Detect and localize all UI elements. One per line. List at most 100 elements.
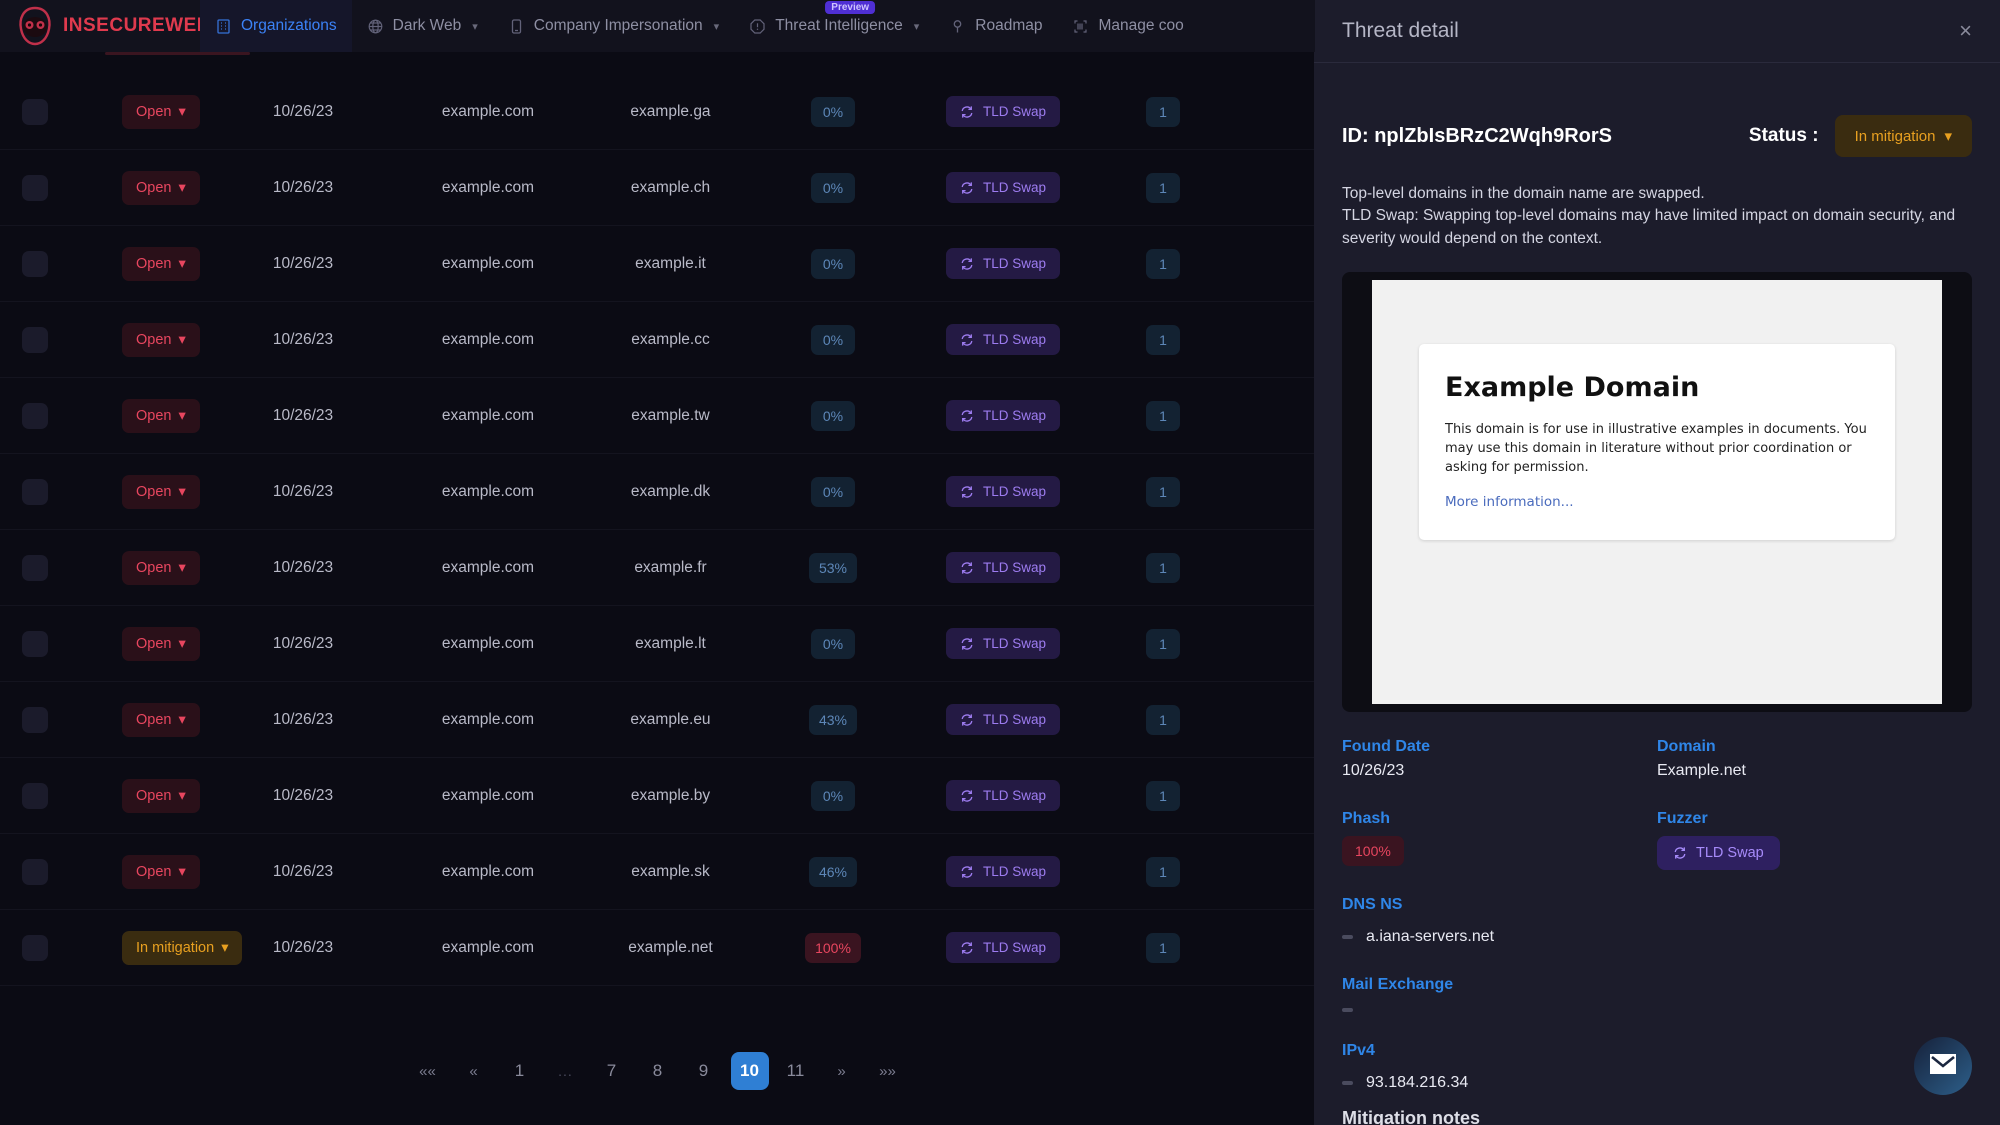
row-checkbox[interactable] — [22, 251, 48, 277]
pagination-page-9[interactable]: 9 — [685, 1052, 723, 1090]
row-checkbox[interactable] — [22, 859, 48, 885]
pagination-ellipsis[interactable]: ... — [547, 1052, 585, 1090]
pagination-prev[interactable]: « — [455, 1052, 493, 1090]
insecureweb-logo-icon — [14, 5, 56, 47]
nav-item-threat-intelligence[interactable]: Preview Threat Intelligence ▾ — [734, 0, 934, 52]
pagination-page-11[interactable]: 11 — [777, 1052, 815, 1090]
chevron-down-icon: ▾ — [1944, 127, 1952, 145]
row-status-label: Open — [136, 180, 171, 196]
row-checkbox[interactable] — [22, 707, 48, 733]
row-score-cell: 43% — [763, 705, 903, 735]
row-status-dropdown[interactable]: Open▾ — [122, 551, 200, 585]
row-status-label: Open — [136, 788, 171, 804]
row-checkbox[interactable] — [22, 403, 48, 429]
row-fuzzer-badge: TLD Swap — [946, 400, 1060, 431]
chevron-down-icon: ▾ — [178, 484, 185, 500]
row-checkbox[interactable] — [22, 327, 48, 353]
mobile-icon — [508, 18, 525, 35]
row-fuzzer-label: TLD Swap — [983, 864, 1046, 879]
refresh-swap-icon — [960, 713, 974, 727]
row-status-dropdown[interactable]: Open▾ — [122, 399, 200, 433]
row-status-dropdown[interactable]: Open▾ — [122, 171, 200, 205]
row-status-dropdown[interactable]: Open▾ — [122, 95, 200, 129]
more-information-link[interactable]: More information... — [1445, 494, 1869, 510]
table-row[interactable]: Open▾10/26/23example.comexample.dk0%TLD … — [0, 454, 1315, 530]
row-score: 0% — [811, 477, 855, 507]
nav-item-company-impersonation[interactable]: Company Impersonation ▾ — [493, 0, 734, 52]
row-fuzzer-badge: TLD Swap — [946, 324, 1060, 355]
nav-items: Organizations Dark Web ▾ — [200, 0, 1199, 52]
row-checkbox[interactable] — [22, 555, 48, 581]
row-count: 1 — [1146, 477, 1180, 507]
pagination-page-10[interactable]: 10 — [731, 1052, 769, 1090]
table-row[interactable]: Open▾10/26/23example.comexample.tw0%TLD … — [0, 378, 1315, 454]
row-date: 10/26/23 — [208, 559, 398, 577]
table-row[interactable]: In mitigation▾10/26/23example.comexample… — [0, 910, 1315, 986]
pagination-page-1[interactable]: 1 — [501, 1052, 539, 1090]
nav-item-manage-cookies[interactable]: Manage coo — [1057, 0, 1198, 52]
row-status-dropdown[interactable]: Open▾ — [122, 779, 200, 813]
row-checkbox[interactable] — [22, 783, 48, 809]
pagination-page-7[interactable]: 7 — [593, 1052, 631, 1090]
row-count-cell: 1 — [1103, 97, 1223, 127]
row-organization: example.com — [398, 483, 578, 501]
row-fuzzer-badge: TLD Swap — [946, 704, 1060, 735]
row-status-dropdown[interactable]: Open▾ — [122, 323, 200, 357]
nav-item-roadmap[interactable]: Roadmap — [934, 0, 1057, 52]
row-fuzzer-cell: TLD Swap — [903, 628, 1103, 659]
close-icon[interactable]: × — [1959, 20, 1972, 42]
threat-id-row: ID: nplZbIsBRzC2Wqh9RorS Status : In mit… — [1342, 115, 1972, 157]
preview-badge: Preview — [825, 1, 875, 14]
fuzzer-badge: TLD Swap — [1657, 836, 1780, 870]
row-organization: example.com — [398, 635, 578, 653]
table-row[interactable]: Open▾10/26/23example.comexample.fr53%TLD… — [0, 530, 1315, 606]
table-row[interactable]: Open▾10/26/23example.comexample.lt0%TLD … — [0, 606, 1315, 682]
row-checkbox[interactable] — [22, 935, 48, 961]
row-date: 10/26/23 — [208, 407, 398, 425]
row-fuzzer-cell: TLD Swap — [903, 704, 1103, 735]
row-status-dropdown[interactable]: Open▾ — [122, 475, 200, 509]
refresh-swap-icon — [960, 941, 974, 955]
row-count: 1 — [1146, 781, 1180, 811]
row-organization: example.com — [398, 939, 578, 957]
row-domain: example.ch — [578, 179, 763, 197]
nav-item-organizations[interactable]: Organizations — [200, 0, 352, 52]
row-status-dropdown[interactable]: Open▾ — [122, 703, 200, 737]
refresh-swap-icon — [960, 789, 974, 803]
row-status-dropdown[interactable]: Open▾ — [122, 247, 200, 281]
row-status-cell: Open▾ — [48, 475, 208, 509]
table-row[interactable]: Open▾10/26/23example.comexample.ch0%TLD … — [0, 150, 1315, 226]
example-domain-body: This domain is for use in illustrative e… — [1445, 421, 1869, 478]
chat-support-button[interactable] — [1914, 1037, 1972, 1095]
pagination-last[interactable]: »» — [869, 1052, 907, 1090]
row-fuzzer-label: TLD Swap — [983, 180, 1046, 195]
table-row[interactable]: Open▾10/26/23example.comexample.by0%TLD … — [0, 758, 1315, 834]
table-row[interactable]: Open▾10/26/23example.comexample.sk46%TLD… — [0, 834, 1315, 910]
table-row[interactable]: Open▾10/26/23example.comexample.it0%TLD … — [0, 226, 1315, 302]
field-found-date: Found Date 10/26/23 — [1342, 738, 1657, 780]
table-row[interactable]: Open▾10/26/23example.comexample.cc0%TLD … — [0, 302, 1315, 378]
row-fuzzer-badge: TLD Swap — [946, 476, 1060, 507]
row-status-label: In mitigation — [136, 940, 214, 956]
brand-logo[interactable]: INSECUREWEB — [0, 5, 200, 47]
pagination-next[interactable]: » — [823, 1052, 861, 1090]
row-checkbox[interactable] — [22, 479, 48, 505]
refresh-swap-icon — [960, 561, 974, 575]
nav-item-dark-web[interactable]: Dark Web ▾ — [352, 0, 493, 52]
chevron-down-icon: ▾ — [472, 20, 478, 33]
row-status-label: Open — [136, 864, 171, 880]
row-status-dropdown[interactable]: Open▾ — [122, 627, 200, 661]
row-score-cell: 0% — [763, 629, 903, 659]
row-date: 10/26/23 — [208, 255, 398, 273]
pagination-page-8[interactable]: 8 — [639, 1052, 677, 1090]
pagination-first[interactable]: «« — [409, 1052, 447, 1090]
table-row[interactable]: Open▾10/26/23example.comexample.ga0%TLD … — [0, 74, 1315, 150]
row-status-dropdown[interactable]: Open▾ — [122, 855, 200, 889]
status-dropdown-button[interactable]: In mitigation ▾ — [1835, 115, 1972, 157]
row-checkbox[interactable] — [22, 631, 48, 657]
row-checkbox[interactable] — [22, 175, 48, 201]
field-phash: Phash 100% — [1342, 810, 1657, 866]
row-status-cell: Open▾ — [48, 551, 208, 585]
table-row[interactable]: Open▾10/26/23example.comexample.eu43%TLD… — [0, 682, 1315, 758]
row-checkbox[interactable] — [22, 99, 48, 125]
